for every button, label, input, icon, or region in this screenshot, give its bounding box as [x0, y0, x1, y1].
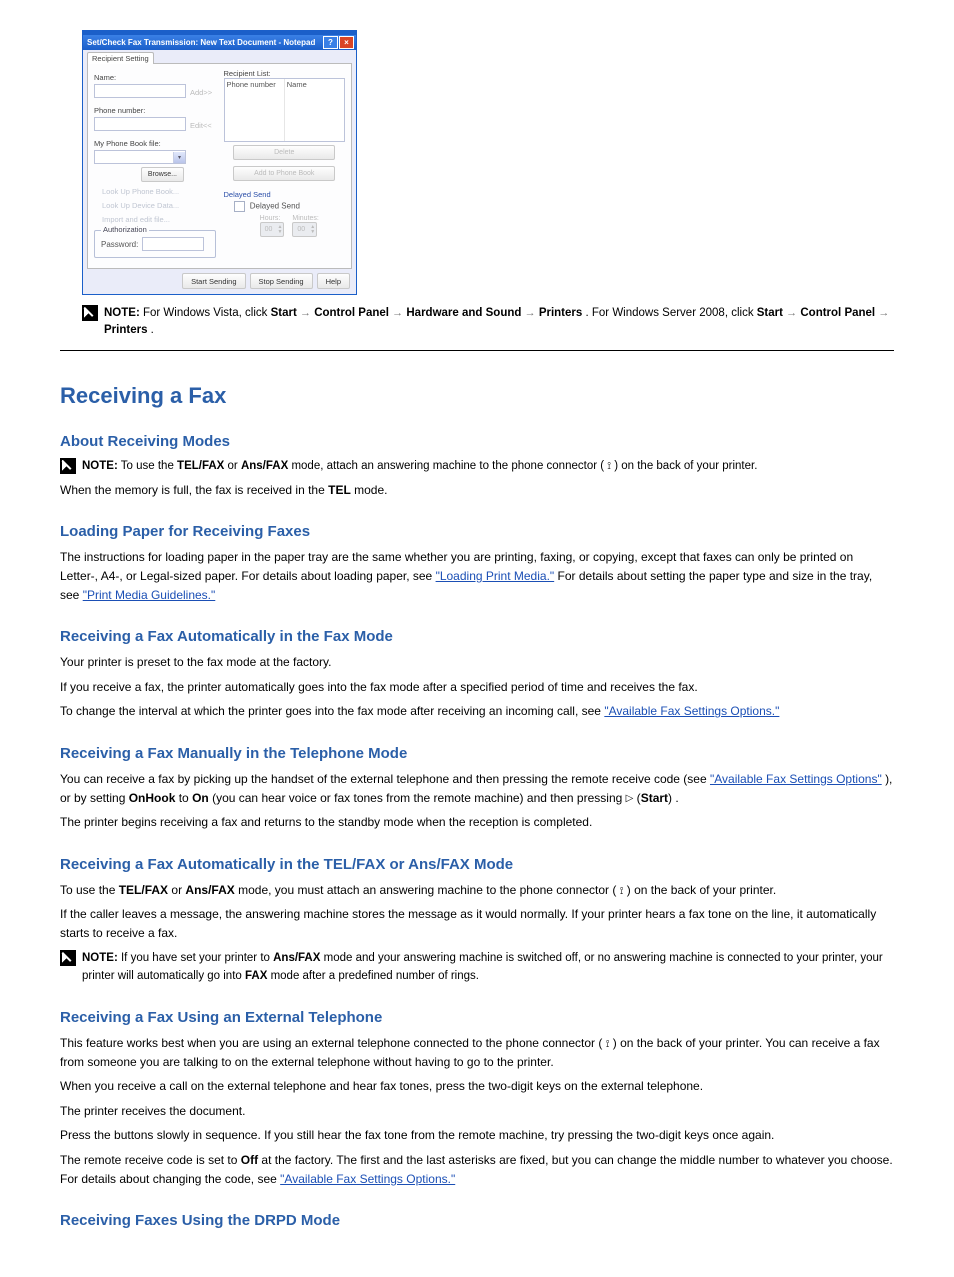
- start-icon: ▷: [626, 791, 634, 807]
- note-icon: [60, 950, 76, 966]
- note-vista: NOTE: For Windows Vista, click Start → C…: [82, 305, 894, 340]
- hours-spinner: 00 ▲▼: [260, 222, 285, 237]
- phone-label: Phone number:: [94, 106, 216, 115]
- authorization-legend: Authorization: [101, 225, 149, 234]
- delayed-send-checkbox-label: Delayed Send: [250, 202, 300, 211]
- lookup-device-link: Look Up Device Data...: [94, 201, 216, 210]
- minutes-value: 00: [293, 226, 309, 233]
- chevron-down-icon: ▾: [173, 152, 185, 163]
- heading-loading-paper: Loading Paper for Receiving Faxes: [60, 523, 894, 540]
- tab-recipient-setting[interactable]: Recipient Setting: [87, 52, 154, 64]
- password-input[interactable]: [142, 237, 204, 251]
- minutes-spinner: 00 ▲▼: [292, 222, 317, 237]
- stop-sending-button[interactable]: Stop Sending: [250, 273, 313, 289]
- arrow-icon: →: [786, 307, 797, 319]
- recipient-list-label: Recipient List:: [224, 69, 346, 78]
- link-loading-media[interactable]: "Loading Print Media.": [436, 569, 555, 583]
- note-label: NOTE:: [82, 460, 118, 472]
- note-label: NOTE:: [82, 952, 118, 964]
- name-input[interactable]: [94, 84, 186, 98]
- heading-receiving-fax: Receiving a Fax: [60, 383, 894, 409]
- link-media-guidelines[interactable]: "Print Media Guidelines.": [83, 588, 216, 602]
- edit-button[interactable]: Edit<<: [190, 121, 212, 130]
- heading-drpd: Receiving Faxes Using the DRPD Mode: [60, 1212, 894, 1229]
- note-icon: [60, 458, 76, 474]
- help-icon[interactable]: ?: [323, 36, 338, 49]
- delete-button[interactable]: Delete: [233, 145, 335, 160]
- note-telfax: NOTE: To use the TEL/FAX or Ans/FAX mode…: [60, 458, 894, 475]
- link-fax-options[interactable]: "Available Fax Settings Options.": [604, 704, 779, 718]
- delayed-send-checkbox[interactable]: [234, 201, 245, 212]
- dialog-window: Set/Check Fax Transmission: New Text Doc…: [82, 30, 357, 295]
- import-edit-link: Import and edit file...: [94, 215, 216, 224]
- phonebook-file-label: My Phone Book file:: [94, 139, 216, 148]
- start-sending-button[interactable]: Start Sending: [182, 273, 245, 289]
- hours-value: 00: [261, 226, 277, 233]
- password-label: Password:: [101, 240, 138, 249]
- window-title: Set/Check Fax Transmission: New Text Doc…: [87, 38, 315, 47]
- help-button[interactable]: Help: [317, 273, 350, 289]
- add-to-phonebook-button[interactable]: Add to Phone Book: [233, 166, 335, 181]
- heading-external-phone: Receiving a Fax Using an External Teleph…: [60, 1009, 894, 1026]
- delayed-send-title: Delayed Send: [224, 190, 346, 199]
- lookup-phonebook-link: Look Up Phone Book...: [94, 187, 216, 196]
- arrow-icon: →: [525, 307, 536, 319]
- name-label: Name:: [94, 73, 216, 82]
- delayed-send-group: Delayed Send Delayed Send Hours: 00 ▲▼: [224, 190, 346, 237]
- link-fax-options[interactable]: "Available Fax Settings Options": [710, 772, 882, 786]
- link-fax-options[interactable]: "Available Fax Settings Options.": [280, 1172, 455, 1186]
- arrow-icon: →: [878, 307, 889, 319]
- phone-jack-icon: ⟟: [620, 886, 624, 897]
- note-ansfax: NOTE: If you have set your printer to An…: [60, 950, 894, 985]
- arrow-icon: →: [300, 307, 311, 319]
- heading-auto-telfax-mode: Receiving a Fax Automatically in the TEL…: [60, 856, 894, 873]
- browse-button[interactable]: Browse...: [141, 167, 184, 182]
- phone-input[interactable]: [94, 117, 186, 131]
- col-name: Name: [285, 79, 344, 141]
- add-button[interactable]: Add>>: [190, 88, 212, 97]
- hours-label: Hours:: [260, 215, 285, 222]
- close-icon[interactable]: ×: [339, 36, 354, 49]
- divider: [60, 350, 894, 351]
- minutes-label: Minutes:: [292, 215, 318, 222]
- col-phone-number: Phone number: [225, 79, 285, 141]
- titlebar: Set/Check Fax Transmission: New Text Doc…: [83, 35, 356, 50]
- phonebook-combo[interactable]: ▾: [94, 150, 186, 164]
- heading-auto-fax-mode: Receiving a Fax Automatically in the Fax…: [60, 628, 894, 645]
- arrow-icon: →: [392, 307, 403, 319]
- phone-jack-icon: ⟟: [607, 461, 611, 472]
- note-label: NOTE:: [104, 307, 140, 319]
- note-icon: [82, 305, 98, 321]
- authorization-group: Authorization Password:: [94, 230, 216, 258]
- recipient-list[interactable]: Phone number Name: [224, 78, 346, 142]
- phone-jack-icon: ⟟: [606, 1039, 610, 1050]
- heading-about-modes: About Receiving Modes: [60, 433, 894, 450]
- heading-manual-tel-mode: Receiving a Fax Manually in the Telephon…: [60, 745, 894, 762]
